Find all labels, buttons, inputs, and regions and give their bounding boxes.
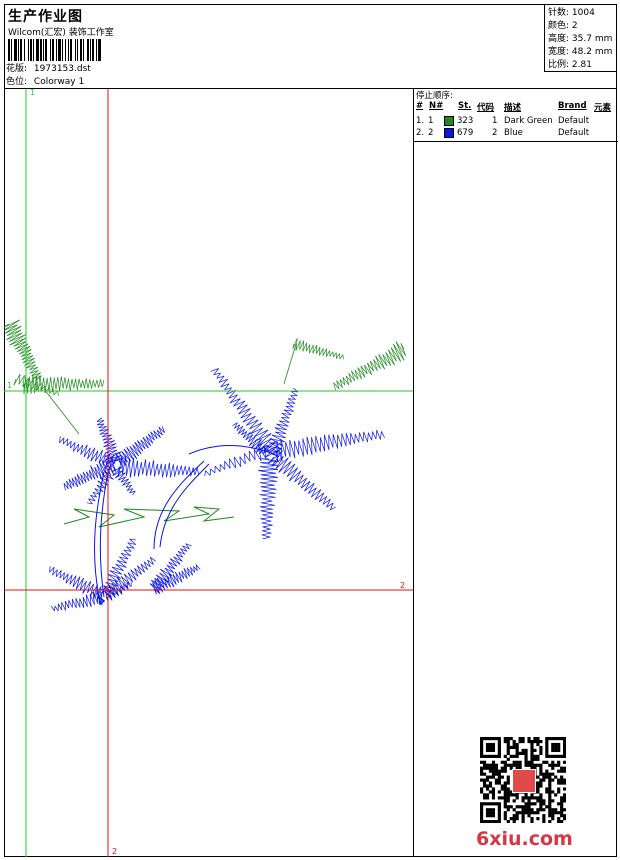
guide-label-green-h: 1	[7, 381, 12, 390]
col-stitches: St.	[458, 101, 472, 111]
stop-description: Blue	[504, 128, 523, 138]
stat-height: 高度: 35.7 mm	[548, 34, 613, 44]
guide-label-red-h: 2	[400, 581, 405, 590]
stop-stitches: 323	[457, 116, 474, 126]
stop-brand: Default	[558, 116, 590, 126]
stop-index: 1.	[416, 116, 425, 126]
stop-needle: 2	[428, 128, 434, 138]
color-swatch	[444, 116, 454, 126]
stats-box: 针数: 1004 颜色: 2 高度: 35.7 mm 宽度: 48.2 mm 比…	[544, 4, 617, 72]
col-brand: Brand	[558, 101, 587, 111]
design-line: 花版: 1973153.dst	[6, 61, 91, 74]
stop-code: 2	[492, 128, 498, 138]
stop-index: 2.	[416, 128, 425, 138]
stop-brand: Default	[558, 128, 590, 138]
watermark-logo: 6xiu.com	[476, 828, 573, 850]
stop-sequence-header: # N# St. 代码 描述 Brand 元素	[414, 101, 618, 113]
guide-label-green-v: 1	[30, 89, 35, 97]
col-element: 元素	[594, 103, 612, 113]
col-code: 代码	[477, 103, 495, 113]
stop-row: 1. 1 323 1 Dark Green Default	[414, 116, 618, 128]
col-needle: N#	[429, 101, 444, 111]
page-title: 生产作业图	[8, 9, 83, 25]
stop-code: 1	[492, 116, 498, 126]
stat-scale: 比例: 2.81	[548, 60, 592, 70]
stat-stitches: 针数: 1004	[548, 8, 595, 18]
colorway-label: 色位:	[6, 77, 28, 87]
design-canvas: 1 1 2 2	[4, 89, 413, 857]
barcode	[8, 39, 101, 61]
header: 生产作业图 Wilcom(汇宏) 装饰工作室 花版: 1973153.dst 色…	[4, 4, 617, 89]
stat-colors: 颜色: 2	[548, 21, 578, 31]
stop-description: Dark Green	[504, 116, 553, 126]
color-swatch	[444, 128, 454, 138]
company-name: Wilcom(汇宏) 装饰工作室	[8, 28, 114, 38]
colorway-value: Colorway 1	[33, 77, 85, 87]
col-description: 描述	[504, 103, 522, 113]
guide-label-red-v: 2	[112, 847, 117, 856]
design-value: 1973153.dst	[33, 64, 91, 74]
stop-row: 2. 2 679 2 Blue Default	[414, 128, 618, 140]
colorway-line: 色位: Colorway 1	[6, 74, 84, 87]
design-label: 花版:	[6, 64, 28, 74]
col-index: #	[416, 101, 424, 111]
stat-width: 宽度: 48.2 mm	[548, 47, 613, 57]
seal-stamp	[512, 769, 536, 793]
stop-stitches: 679	[457, 128, 474, 138]
panel-divider	[414, 141, 618, 142]
stop-needle: 1	[428, 116, 434, 126]
stop-sequence-heading: 停止顺序:	[416, 91, 453, 101]
embroidery-preview: 1 1 2 2	[4, 89, 413, 857]
